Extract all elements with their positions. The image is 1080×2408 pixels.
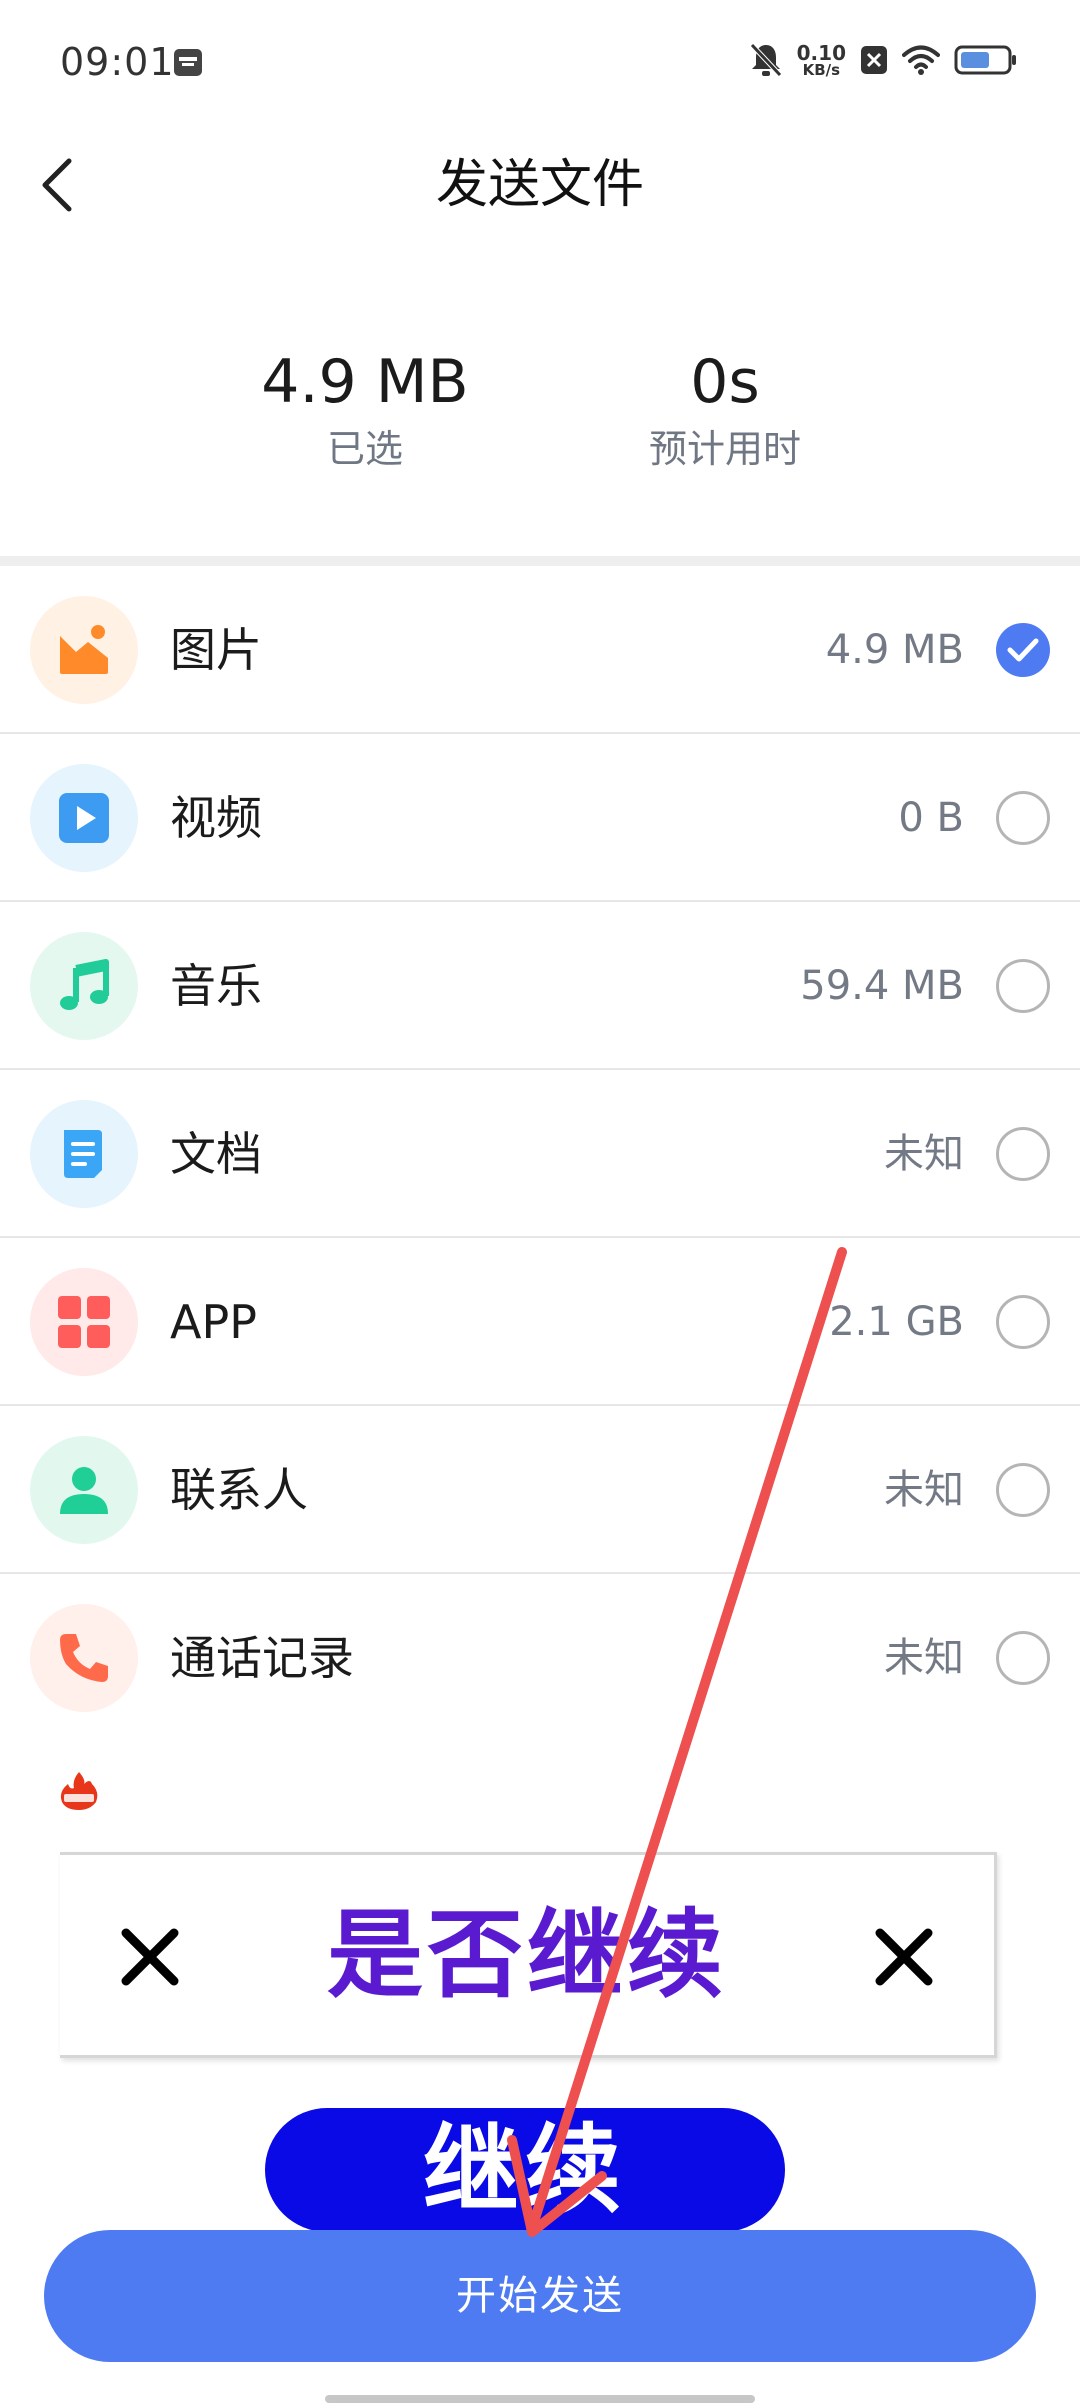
category-size: 4.9 MB [825,627,964,673]
selected-size-label: 已选 [326,427,403,471]
net-speed: 0.10 KB/s [797,43,846,78]
home-indicator[interactable] [325,2395,755,2403]
close-icon [875,1928,933,1986]
category-checkbox[interactable] [996,1295,1050,1349]
ad-close-button-right[interactable] [854,1907,954,2007]
phone-icon [30,1604,138,1712]
category-label: 联系人 [170,1463,308,1517]
category-list: 图片 4.9 MB 视频 0 B 音乐 59.4 MB 文档 未知 APP 2.… [0,566,1080,1742]
start-send-button[interactable]: 开始发送 [44,2230,1036,2362]
calendar-icon [174,49,202,76]
status-bar: 09:01 0.10 KB/s [0,0,1080,120]
status-icons: 0.10 KB/s [749,38,1018,82]
transfer-summary: 4.9 MB 已选 0s 预计用时 [0,345,1080,495]
estimated-time-value: 0s [690,347,760,417]
battery-icon [954,45,1016,75]
selected-size-stat: 4.9 MB 已选 [185,345,545,477]
category-label: 文档 [170,1127,262,1181]
category-item-contacts[interactable]: 联系人 未知 [0,1406,1080,1574]
category-item-apps[interactable]: APP 2.1 GB [0,1238,1080,1406]
category-size: 未知 [884,1467,964,1513]
category-checkbox[interactable] [996,1463,1050,1517]
status-time: 09:01 [60,40,175,84]
category-size: 未知 [884,1635,964,1681]
category-checkbox[interactable] [996,959,1050,1013]
estimated-time-stat: 0s 预计用时 [545,345,905,477]
category-item-call-log[interactable]: 通话记录 未知 [0,1574,1080,1742]
category-size: 0 B [898,795,964,841]
wifi-icon [902,45,940,75]
category-size: 2.1 GB [829,1299,964,1345]
ad-continue-button[interactable]: 继续 [265,2108,785,2232]
mute-icon [749,43,782,77]
category-checkbox[interactable] [996,1631,1050,1685]
net-speed-unit: KB/s [802,60,841,79]
selected-size-value: 4.9 MB [261,347,469,417]
category-item-music[interactable]: 音乐 59.4 MB [0,902,1080,1070]
estimated-time-label: 预计用时 [648,427,801,471]
category-label: 视频 [170,791,262,845]
category-size: 59.4 MB [800,963,964,1009]
contact-icon [30,1436,138,1544]
category-label: APP [170,1295,257,1349]
category-checkbox[interactable] [996,791,1050,845]
image-icon [30,596,138,704]
category-label: 图片 [170,623,262,677]
category-item-videos[interactable]: 视频 0 B [0,734,1080,902]
section-divider [0,556,1080,566]
category-item-documents[interactable]: 文档 未知 [0,1070,1080,1238]
ad-close-button-left[interactable] [100,1907,200,2007]
category-item-images[interactable]: 图片 4.9 MB [0,566,1080,734]
category-label: 音乐 [170,959,262,1013]
close-icon [121,1928,179,1986]
video-icon [30,764,138,872]
net-speed-value: 0.10 [796,40,846,65]
close-icon [861,46,887,74]
ad-banner[interactable]: 是否继续 [60,1852,997,2058]
category-checkbox[interactable] [996,1127,1050,1181]
category-checkbox[interactable] [996,623,1050,677]
category-label: 通话记录 [170,1631,354,1685]
checkmark-icon [1007,638,1039,662]
category-size: 未知 [884,1131,964,1177]
ad-logo-icon [60,1772,98,1810]
music-icon [30,932,138,1040]
page-title: 发送文件 [435,155,644,215]
apps-icon [30,1268,138,1376]
document-icon [30,1100,138,1208]
